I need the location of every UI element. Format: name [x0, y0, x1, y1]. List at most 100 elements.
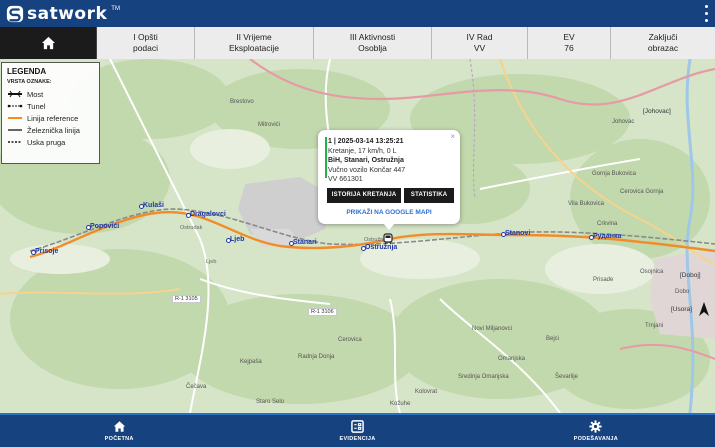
legend-title: LEGENDA [7, 67, 47, 76]
home-icon [41, 36, 55, 50]
map-station-bracket-label: [Usora] [671, 306, 692, 313]
map-place-label: Kejpaša [240, 359, 262, 365]
popup-vehicle-id: VV 661301 [328, 176, 363, 183]
records-icon [351, 420, 364, 433]
legend-label: Uska pruga [27, 137, 66, 147]
map-station-label: Stanovi [500, 230, 531, 237]
bottom-navigation: POČETNA EVIDENCIJA PODEŠAVANJA [0, 413, 715, 447]
statistics-button[interactable]: STATISTIKA [404, 187, 454, 203]
map-place-label: Brestovo [230, 99, 254, 105]
tab-label-line1: Zaključi [648, 32, 678, 42]
map-station-bracket-label: [Johovac] [643, 108, 671, 115]
map-place-label: Gornja Bukovica [592, 171, 637, 177]
google-map-link[interactable]: PRIKAŽI NA GOOGLE MAPI [324, 209, 454, 216]
map-place-label: Crkvina [597, 221, 618, 227]
gear-icon [589, 420, 602, 433]
train-icon[interactable] [382, 233, 394, 245]
brand-trademark: TM [111, 5, 120, 12]
map-station-label: Ostružnja [360, 244, 398, 251]
map-station-label: Prisoje [30, 248, 59, 255]
tab-label-line1: I Opšti [133, 32, 158, 42]
tab-label-line1: IV Rad [466, 32, 493, 42]
map-station-label: Dragalovci [186, 211, 226, 218]
map-station-label: Ljeb [225, 236, 245, 243]
narrow-gauge-icon [8, 141, 22, 143]
map-place-label: Kolovrat [415, 389, 438, 395]
tab-ev[interactable]: EV 76 [528, 27, 611, 59]
map-place-label: Čečava [186, 384, 207, 390]
map-view[interactable]: Prisoje Popovići Kulaši Dragalovci Ljeb … [0, 59, 715, 413]
legend-item-zeleznicka-linija: Železnička linija [7, 124, 94, 136]
map-station-label: Stanari [289, 239, 317, 246]
nav-evidencija[interactable]: EVIDENCIJA [238, 415, 476, 447]
app-root: satwork TM I Opšti podaci II Vrijeme Eksp… [0, 0, 715, 447]
map-place-label: Mitrovići [258, 122, 280, 128]
tab-aktivnosti-osoblja[interactable]: III Aktivnosti Osoblja [314, 27, 432, 59]
legend-label: Most [27, 89, 44, 99]
top-bar: satwork TM [0, 0, 715, 27]
form-tabs: I Opšti podaci II Vrijeme Eksploatacije … [0, 27, 715, 59]
popup-motion: Kretanje, 17 km/h, 0 L [328, 147, 397, 155]
popup-vehicle: Vučno vozilo Končar 447 [328, 166, 406, 174]
map-place-label: Sredinja Omanjska [458, 374, 509, 380]
popup-title: 1 | 2025-03-14 13:25:21 [328, 138, 404, 145]
map-place-label: Ostrudak [180, 225, 203, 231]
map-place-label: Trnjani [645, 323, 664, 329]
legend-label: Tunel [27, 101, 46, 111]
map-place-label: Novi Miljanovci [472, 326, 513, 332]
tab-label-line2: VV [473, 43, 486, 53]
popup-pointer [383, 223, 395, 230]
tunnel-icon [7, 104, 23, 108]
tab-label-line2: obrazac [647, 43, 679, 53]
map-station-label: Popovići [85, 223, 120, 230]
nav-label: POČETNA [104, 436, 134, 442]
tab-label-line1: III Aktivnosti [349, 32, 396, 42]
tab-label-line2: podaci [132, 43, 159, 53]
tab-label-line2: Eksploatacije [228, 43, 280, 53]
map-place-label: Kožuhe [390, 401, 411, 407]
map-place-label: Johovac [612, 119, 635, 125]
tab-opsti-podaci[interactable]: I Opšti podaci [97, 27, 195, 59]
legend-item-tunel: Tunel [7, 100, 94, 112]
tab-label-line2: 76 [564, 43, 574, 53]
nav-pocetna[interactable]: POČETNA [0, 415, 238, 447]
legend-subtitle: VRSTA OZNAKE: [7, 79, 52, 85]
map-place-label: Cerovica [338, 337, 362, 343]
map-place-label: Omanjska [498, 356, 526, 362]
nav-podesavanja[interactable]: PODEŠAVANJA [477, 415, 715, 447]
kebab-menu-icon[interactable] [703, 5, 709, 22]
legend-item-most: Most [7, 88, 94, 100]
bridge-icon [8, 90, 22, 98]
tab-rad-vv[interactable]: IV Rad VV [432, 27, 528, 59]
map-station-label: Руданка [588, 233, 622, 240]
tab-vrijeme-eksploatacije[interactable]: II Vrijeme Eksploatacije [195, 27, 314, 59]
legend-label: Linija reference [27, 113, 79, 123]
tab-label-line2: Osoblja [358, 43, 387, 53]
map-place-label: Ševarlije [555, 374, 579, 380]
legend-item-uska-pruga: Uska pruga [7, 136, 94, 148]
close-icon[interactable]: × [450, 132, 455, 141]
map-legend: LEGENDA VRSTA OZNAKE: Most Tunel Linija … [1, 62, 100, 164]
map-place-label: Staro Selo [256, 399, 285, 405]
map-place-label: Vila Bukovica [568, 201, 604, 207]
tab-label-line1: II Vrijeme [236, 32, 272, 42]
nav-label: PODEŠAVANJA [573, 436, 618, 442]
road-number-label: R-1 3105 [172, 295, 201, 303]
map-station-bracket-label: [Doboj] [680, 272, 701, 279]
legend-item-linija-reference: Linija reference [7, 112, 94, 124]
map-place-label: Bejci [546, 336, 560, 342]
railway-line-icon [8, 129, 22, 131]
map-station-label: Kulaši [138, 202, 165, 209]
tab-label-line1: EV [563, 32, 575, 42]
popup-location: BiH, Stanari, Ostružnja [328, 157, 404, 164]
reference-line-icon [8, 117, 22, 119]
map-place-label: Dobo [675, 289, 690, 295]
map-place-label: Radnja Donja [298, 354, 335, 360]
history-button[interactable]: ISTORIJA KRETANJA [327, 187, 402, 203]
map-place-label: Ljeb [206, 259, 217, 265]
nav-label: EVIDENCIJA [339, 436, 376, 442]
brand-logo[interactable]: satwork TM [6, 4, 120, 24]
tab-home[interactable] [0, 27, 97, 59]
tab-zakljuci-obrazac[interactable]: Zaključi obrazac [611, 27, 715, 59]
north-arrow-icon [699, 302, 709, 316]
